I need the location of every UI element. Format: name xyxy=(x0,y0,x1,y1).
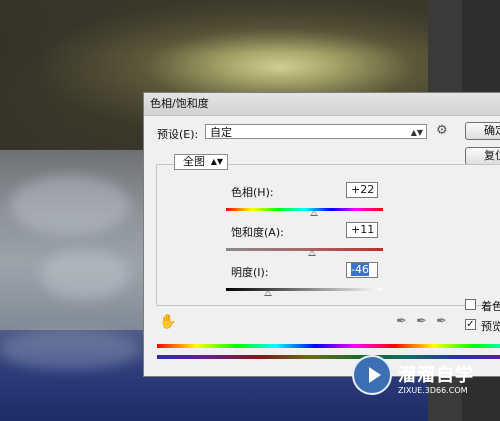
updown-arrow-icon: ▲▼ xyxy=(210,157,223,166)
saturation-input[interactable]: +11 xyxy=(346,222,378,238)
dialog-title: 色相/饱和度 xyxy=(144,93,500,116)
gear-icon[interactable]: ⚙ xyxy=(436,123,448,138)
eyedropper-minus-icon[interactable]: ✒ xyxy=(436,314,447,329)
watermark: 溜溜自学 ZIXUE.3D66.COM xyxy=(352,355,474,401)
preset-label: 预设(E): xyxy=(157,128,199,141)
hue-slider-thumb[interactable] xyxy=(309,210,318,216)
lightness-slider-thumb[interactable] xyxy=(264,290,273,296)
colorize-label: 着色 xyxy=(481,300,500,313)
reset-button[interactable]: 复位 xyxy=(465,147,500,165)
preview-checkbox[interactable]: ✓ xyxy=(465,319,476,330)
ok-button[interactable]: 确定 xyxy=(465,122,500,140)
lightness-input[interactable]: -46 xyxy=(346,262,378,278)
input-color-bar xyxy=(157,344,500,348)
lightness-slider-track[interactable] xyxy=(226,288,383,291)
watermark-title: 溜溜自学 xyxy=(398,365,474,386)
eyedropper-plus-icon[interactable]: ✒ xyxy=(416,314,427,329)
colorize-checkbox[interactable] xyxy=(465,299,476,310)
hue-saturation-dialog: 色相/饱和度 预设(E): 自定 ▲▼ ⚙ 确定 复位 色相(H): +22 饱… xyxy=(143,92,500,377)
channel-select[interactable]: 全图 ▲▼ xyxy=(174,154,228,170)
watermark-url: ZIXUE.3D66.COM xyxy=(398,386,468,395)
saturation-slider-thumb[interactable] xyxy=(308,250,317,256)
preset-select[interactable]: 自定 ▲▼ xyxy=(205,124,427,139)
hue-slider-track[interactable] xyxy=(226,208,383,211)
hand-adjust-icon[interactable]: ✋ xyxy=(159,314,176,330)
hue-label: 色相(H): xyxy=(231,186,274,199)
saturation-slider-track[interactable] xyxy=(226,248,383,251)
lightness-label: 明度(I): xyxy=(231,266,269,279)
preview-label: 预览 xyxy=(481,320,500,333)
adjustment-group xyxy=(156,164,500,306)
updown-arrow-icon: ▲▼ xyxy=(410,128,423,137)
hue-input[interactable]: +22 xyxy=(346,182,378,198)
saturation-label: 饱和度(A): xyxy=(231,226,284,239)
play-logo-icon xyxy=(352,355,392,395)
eyedropper-icon[interactable]: ✒ xyxy=(396,314,407,329)
